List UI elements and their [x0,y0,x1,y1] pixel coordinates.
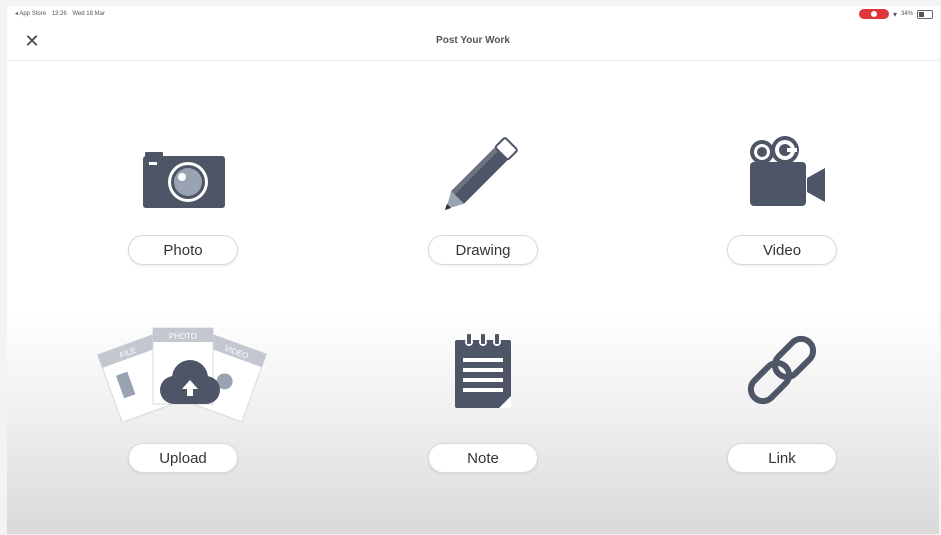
option-photo[interactable]: Photo [73,126,293,276]
notepad-icon [455,334,511,408]
cloud-upload-icon: FILE VIDEO PHOTO [97,327,268,422]
video-camera-icon [750,136,825,206]
upload-card-photo-label: PHOTO [169,332,197,341]
note-button[interactable]: Note [428,443,538,473]
status-bar: ◂ App Store 13:26 Wed 18 Mar ▾ 34% [7,6,939,22]
back-to-app-store[interactable]: ◂ App Store [15,11,46,17]
status-date: Wed 18 Mar [72,11,105,17]
page-title: Post Your Work [436,35,510,46]
link-icon [747,335,817,405]
option-upload[interactable]: FILE VIDEO PHOTO Upload [73,322,293,473]
screen-recording-icon[interactable] [858,9,889,19]
drawing-button[interactable]: Drawing [428,235,538,265]
post-your-work-screen: ◂ App Store 13:26 Wed 18 Mar ▾ 34% ✕ Pos… [7,6,939,534]
wifi-icon: ▾ [892,9,897,19]
option-link[interactable]: Link [672,322,892,473]
option-note[interactable]: Note [373,322,593,473]
option-drawing[interactable]: Drawing [373,126,593,276]
photo-button[interactable]: Photo [128,235,238,265]
battery-icon [917,9,933,19]
option-video[interactable]: Video [672,126,892,276]
status-time: 13:26 [51,11,67,17]
status-left: ◂ App Store 13:26 Wed 18 Mar [15,10,109,17]
camera-icon [143,152,225,208]
navigation-bar: ✕ Post Your Work [7,22,939,61]
link-button[interactable]: Link [727,443,837,473]
upload-button[interactable]: Upload [128,443,238,473]
battery-percent: 34% [900,11,913,17]
video-button[interactable]: Video [727,235,837,265]
pencil-icon [444,137,518,211]
status-right: ▾ 34% [858,9,933,19]
